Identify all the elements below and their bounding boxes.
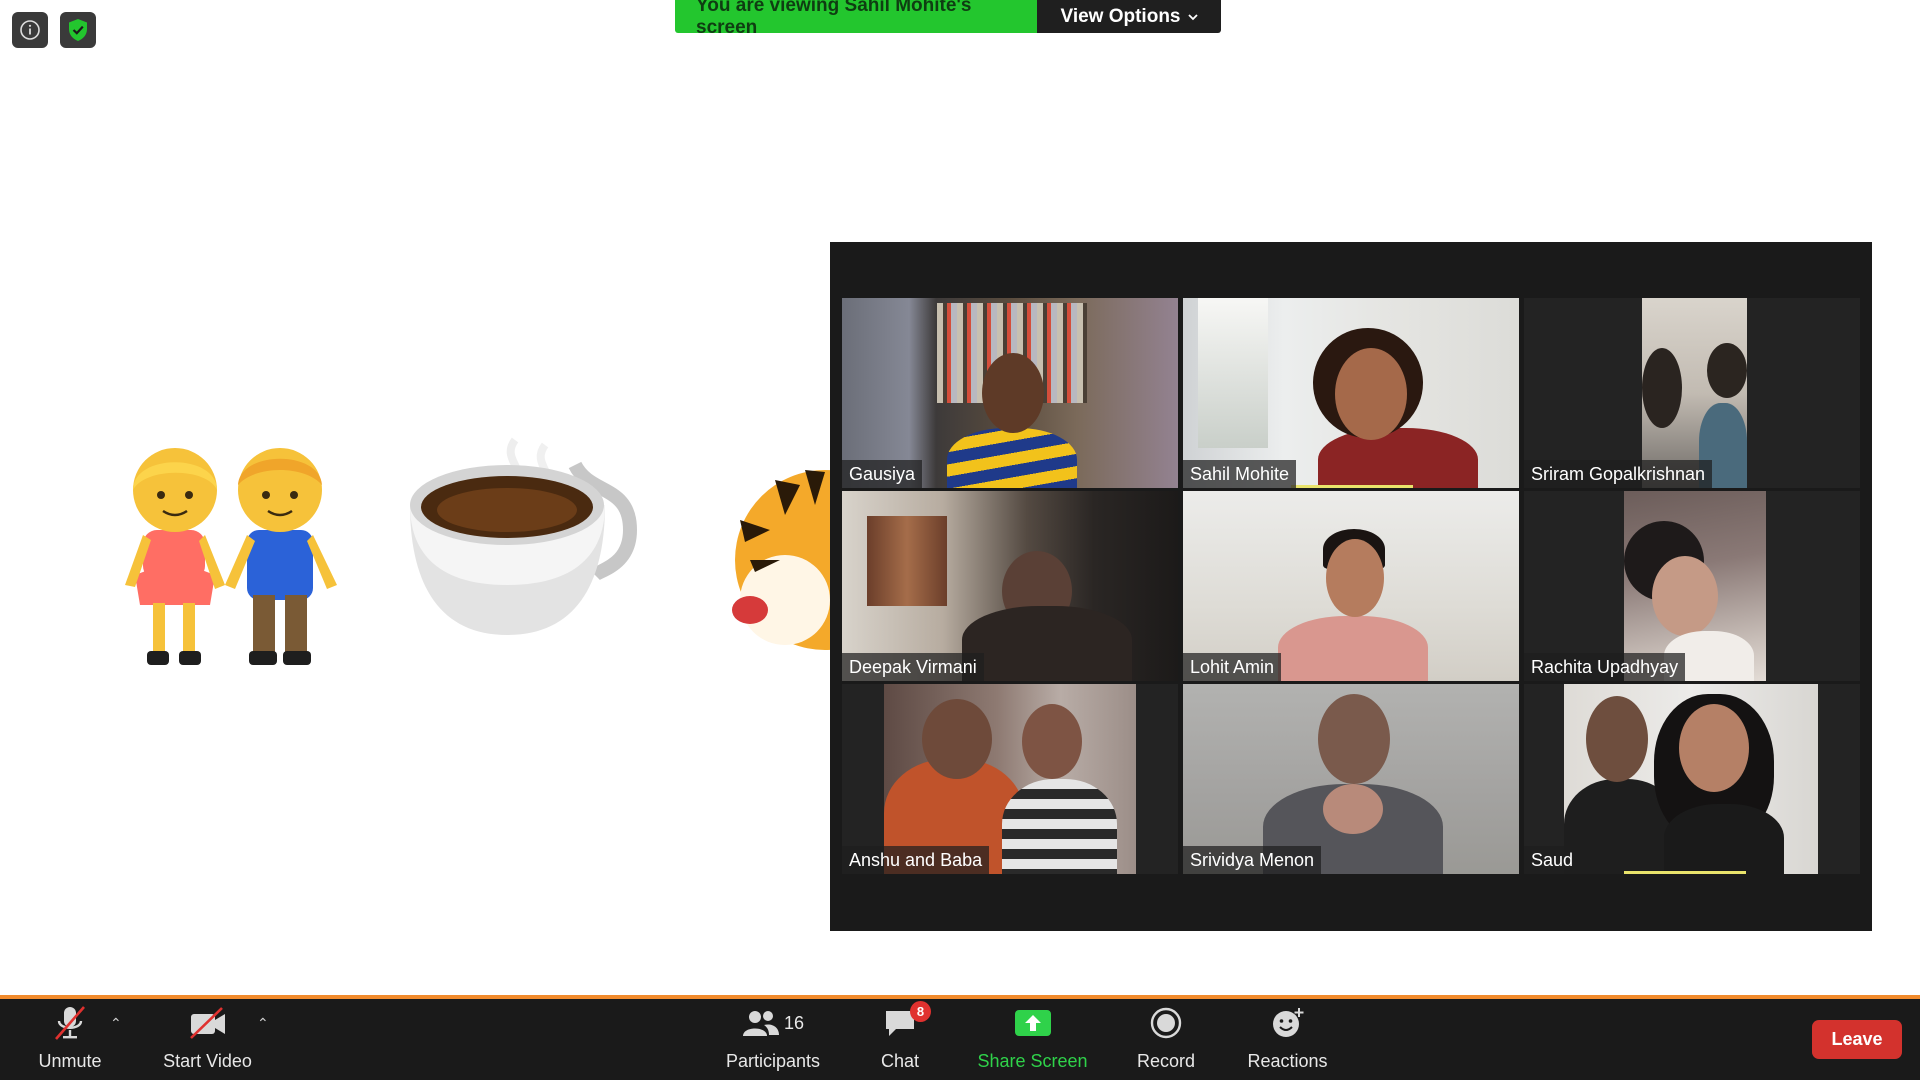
tiger-emoji-image xyxy=(730,460,830,660)
participant-name: Sriram Gopalkrishnan xyxy=(1524,460,1713,488)
share-screen-arrow-icon xyxy=(1014,1010,1051,1036)
share-screen-label: Share Screen xyxy=(977,1051,1088,1071)
participant-name: Deepak Virmani xyxy=(842,653,984,681)
video-tile[interactable]: Rachita Upadhyay xyxy=(1524,491,1860,681)
video-tile[interactable]: Gausiya xyxy=(842,298,1178,488)
chat-label: Chat xyxy=(880,1051,920,1071)
meeting-toolbar: Unmute ⌃ Start Video ⌃ 16 Participants 8… xyxy=(0,999,1920,1080)
record-icon xyxy=(1150,1007,1182,1039)
microphone-muted-icon xyxy=(55,1006,85,1040)
record-button[interactable]: Record xyxy=(1126,999,1206,1080)
participant-name: Sahil Mohite xyxy=(1183,460,1297,488)
leave-meeting-button[interactable]: Leave xyxy=(1812,1020,1902,1059)
speaker-indicator xyxy=(1291,485,1413,488)
screen-share-banner: You are viewing Sahil Mohite's screen Vi… xyxy=(675,0,1221,38)
participant-gallery: Gausiya Sahil Mohite Sriram Gopalkrishna… xyxy=(830,242,1872,931)
video-tile-active-speaker[interactable]: Srividya Menon xyxy=(1183,684,1519,874)
video-tile[interactable]: Deepak Virmani xyxy=(842,491,1178,681)
participants-icon xyxy=(742,1011,779,1036)
start-video-label: Start Video xyxy=(163,1051,252,1071)
participant-name: Anshu and Baba xyxy=(842,846,990,874)
unmute-button[interactable]: Unmute xyxy=(30,999,110,1080)
participants-label: Participants xyxy=(725,1051,821,1071)
video-tile[interactable]: Lohit Amin xyxy=(1183,491,1519,681)
chat-button[interactable]: 8 Chat xyxy=(870,999,931,1080)
participant-name: Lohit Amin xyxy=(1183,653,1282,681)
record-label: Record xyxy=(1136,1051,1196,1071)
view-options-label: View Options xyxy=(1060,5,1181,27)
info-icon xyxy=(20,20,40,40)
participant-name: Rachita Upadhyay xyxy=(1524,653,1686,681)
unmute-label: Unmute xyxy=(38,1051,102,1071)
video-tile[interactable]: Sahil Mohite xyxy=(1183,298,1519,488)
security-button[interactable] xyxy=(60,12,96,48)
speaker-indicator xyxy=(1624,871,1746,874)
reactions-label: Reactions xyxy=(1247,1051,1328,1071)
meeting-info-button[interactable] xyxy=(12,12,48,48)
video-tile[interactable]: Saud xyxy=(1524,684,1860,874)
participant-name: Srividya Menon xyxy=(1183,846,1322,874)
share-screen-button[interactable]: Share Screen xyxy=(970,999,1095,1080)
participant-name: Gausiya xyxy=(842,460,923,488)
start-video-button[interactable]: Start Video xyxy=(155,999,260,1080)
audio-options-caret-icon[interactable]: ⌃ xyxy=(110,1015,122,1032)
shield-check-icon xyxy=(69,19,87,41)
coffee-emoji-image xyxy=(405,435,645,645)
viewing-screen-label: You are viewing Sahil Mohite's screen xyxy=(675,0,1037,38)
chat-unread-badge: 8 xyxy=(910,1001,931,1022)
participants-button[interactable]: 16 Participants xyxy=(718,999,828,1080)
participants-count: 16 xyxy=(783,1012,805,1033)
video-camera-off-icon xyxy=(189,1007,225,1039)
video-tile[interactable]: Anshu and Baba xyxy=(842,684,1178,874)
chevron-down-icon xyxy=(1187,13,1198,20)
smiley-plus-icon xyxy=(1272,1008,1303,1037)
reactions-button[interactable]: Reactions xyxy=(1240,999,1335,1080)
participant-name: Saud xyxy=(1524,846,1581,874)
zoom-meeting-window: You are viewing Sahil Mohite's screen Vi… xyxy=(0,0,1920,1080)
couple-emoji-image xyxy=(115,435,360,675)
view-options-button[interactable]: View Options xyxy=(1037,0,1221,33)
video-tile[interactable]: Sriram Gopalkrishnan xyxy=(1524,298,1860,488)
video-options-caret-icon[interactable]: ⌃ xyxy=(257,1015,269,1032)
